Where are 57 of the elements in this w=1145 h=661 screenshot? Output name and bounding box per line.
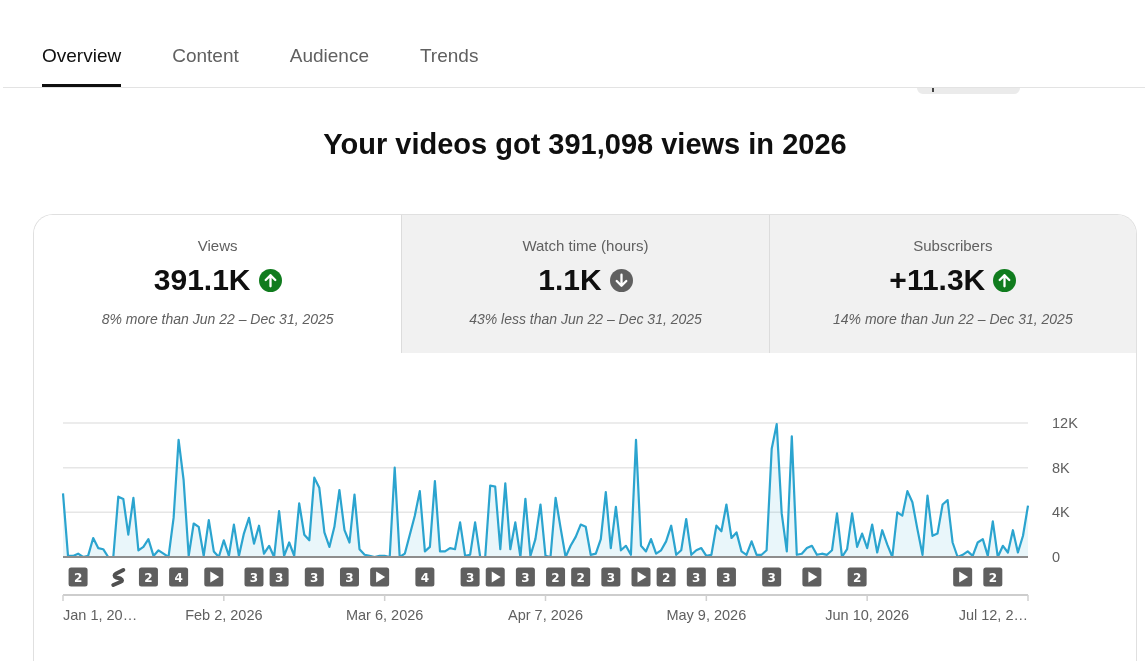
video-count-badge[interactable]: 2: [68, 567, 88, 587]
play-icon[interactable]: [802, 567, 822, 587]
arrow-up-circle-icon: [993, 268, 1017, 292]
play-icon[interactable]: [204, 567, 224, 587]
video-count-badge[interactable]: 3: [460, 567, 480, 587]
video-count-badge[interactable]: 3: [304, 567, 324, 587]
x-axis-label: Apr 7, 2026: [508, 607, 583, 623]
x-axis-label: May 9, 2026: [666, 607, 747, 623]
x-axis-label: Jul 12, 2…: [958, 607, 1028, 623]
comparison-text: 43% less than Jun 22 – Dec 31, 2025: [469, 310, 702, 328]
metric-value: +11.3K: [889, 263, 986, 297]
video-count-badge[interactable]: 2: [571, 567, 591, 587]
video-count-badge[interactable]: 4: [169, 567, 189, 587]
video-count-badge[interactable]: 2: [546, 567, 566, 587]
video-count-badge[interactable]: 3: [515, 567, 535, 587]
metric-tab[interactable]: Subscribers +11.3K 14% more than Jun 22 – Dec 31, 2025: [768, 215, 1136, 353]
nav-tab[interactable]: Overview: [42, 45, 122, 87]
video-count-badge[interactable]: 2: [847, 567, 867, 587]
comparison-text: 14% more than Jun 22 – Dec 31, 2025: [832, 310, 1073, 328]
clipped-button[interactable]: [917, 88, 1020, 94]
s-squiggle-icon[interactable]: [111, 568, 126, 587]
x-axis-label: Feb 2, 2026: [185, 607, 263, 623]
metric-tab[interactable]: Watch time (hours) 1.1K 43% less than Jun 22 – Dec 31, 2025: [401, 215, 769, 353]
comparison-text: 8% more than Jun 22 – Dec 31, 2025: [101, 310, 334, 328]
video-count-badge[interactable]: 2: [656, 567, 676, 587]
nav-tab[interactable]: Content: [172, 45, 239, 87]
y-axis-label: 4K: [1052, 504, 1070, 521]
video-count-badge[interactable]: 3: [244, 567, 264, 587]
video-count-badge[interactable]: 2: [138, 567, 158, 587]
video-count-badge[interactable]: 4: [415, 567, 435, 587]
metric-value: 391.1K: [153, 263, 251, 297]
metric-title: Watch time (hours): [522, 237, 649, 255]
y-axis-label: 0: [1052, 549, 1061, 565]
play-icon[interactable]: [631, 567, 651, 587]
metric-title: Views: [197, 237, 238, 255]
video-count-badge[interactable]: 3: [716, 567, 736, 587]
x-axis-label: Mar 6, 2026: [345, 607, 424, 623]
arrow-down-circle-icon: [609, 268, 633, 292]
metric-value: 1.1K: [538, 263, 602, 297]
nav-tab[interactable]: Audience: [289, 45, 369, 87]
metric-title: Subscribers: [913, 237, 993, 255]
nav-tab[interactable]: Trends: [419, 45, 479, 87]
video-count-badge[interactable]: 3: [269, 567, 289, 587]
video-count-badge[interactable]: 3: [340, 567, 359, 587]
y-axis-label: 12K: [1052, 415, 1078, 431]
x-axis-label: Jun 10, 2026: [825, 607, 910, 623]
play-icon[interactable]: [485, 567, 505, 587]
video-count-badge[interactable]: 3: [762, 567, 782, 587]
video-count-badge[interactable]: 2: [983, 567, 1003, 587]
play-icon[interactable]: [953, 567, 973, 587]
video-count-badge[interactable]: 3: [686, 567, 706, 587]
headline: Your videos got 391,098 views in 2026: [322, 127, 848, 162]
video-count-badge[interactable]: 3: [601, 567, 621, 587]
play-icon[interactable]: [370, 567, 390, 587]
x-axis-label: Jan 1, 20…: [63, 607, 138, 623]
y-axis-label: 8K: [1052, 459, 1070, 476]
arrow-up-circle-icon: [258, 268, 282, 292]
